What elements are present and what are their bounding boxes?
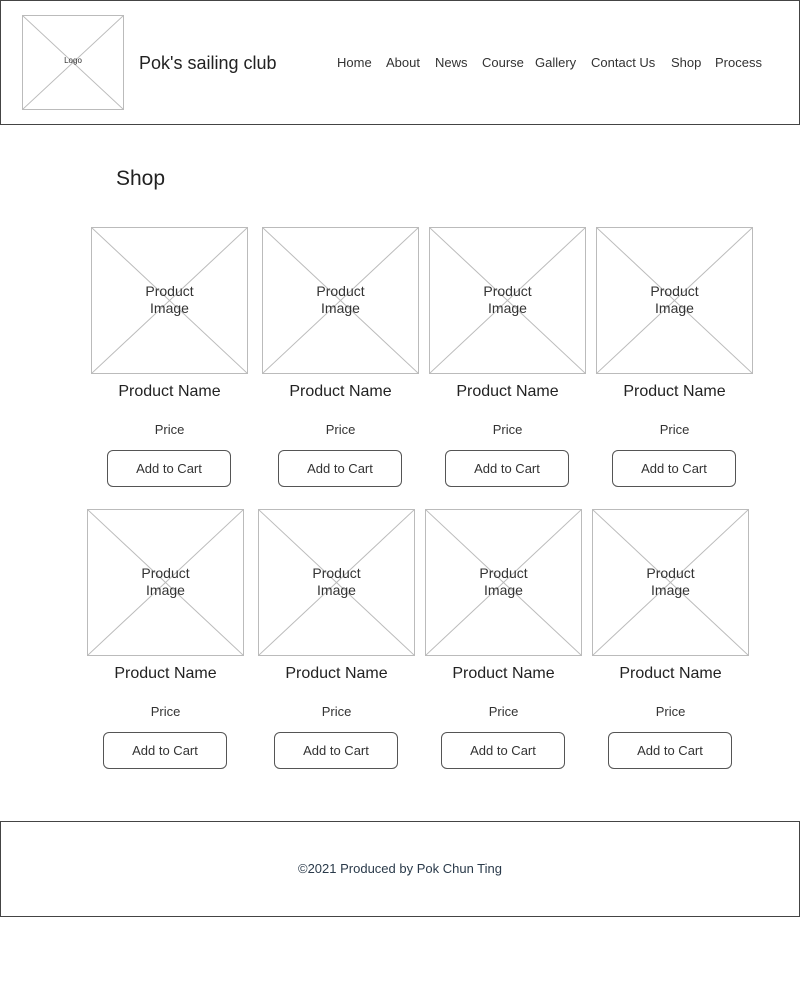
- product-price: Price: [659, 422, 690, 437]
- product-name: Product Name: [456, 383, 559, 400]
- site-header: Logo Pok's sailing club Home About News …: [0, 0, 800, 125]
- product-image-label: Product Image: [145, 283, 194, 316]
- product-name: Product Name: [289, 383, 392, 400]
- product-price: Price: [488, 704, 519, 719]
- add-to-cart-button[interactable]: Add to Cart: [608, 732, 732, 769]
- add-to-cart-button[interactable]: Add to Cart: [103, 732, 227, 769]
- product-price: Price: [321, 704, 352, 719]
- product-image-label: Product Image: [479, 565, 528, 598]
- add-to-cart-button[interactable]: Add to Cart: [612, 450, 736, 487]
- product-image[interactable]: Product Image: [429, 227, 586, 374]
- nav-course[interactable]: Course: [482, 55, 524, 70]
- add-to-cart-button[interactable]: Add to Cart: [278, 450, 402, 487]
- product-name: Product Name: [118, 383, 221, 400]
- nav-gallery[interactable]: Gallery: [535, 55, 576, 70]
- product-image-label: Product Image: [312, 565, 361, 598]
- product-price: Price: [655, 704, 686, 719]
- nav-process[interactable]: Process: [715, 55, 762, 70]
- product-name: Product Name: [619, 665, 722, 682]
- product-name: Product Name: [114, 665, 217, 682]
- product-name: Product Name: [285, 665, 388, 682]
- add-to-cart-button[interactable]: Add to Cart: [274, 732, 398, 769]
- product-price: Price: [492, 422, 523, 437]
- product-image[interactable]: Product Image: [262, 227, 419, 374]
- product-image[interactable]: Product Image: [87, 509, 244, 656]
- page-title: Shop: [116, 167, 166, 190]
- product-image-label: Product Image: [483, 283, 532, 316]
- add-to-cart-button[interactable]: Add to Cart: [107, 450, 231, 487]
- logo[interactable]: Logo: [22, 15, 124, 110]
- product-name: Product Name: [623, 383, 726, 400]
- product-image-label: Product Image: [316, 283, 365, 316]
- product-image[interactable]: Product Image: [258, 509, 415, 656]
- product-image-label: Product Image: [141, 565, 190, 598]
- nav-contact-us[interactable]: Contact Us: [591, 55, 655, 70]
- product-image[interactable]: Product Image: [592, 509, 749, 656]
- product-image[interactable]: Product Image: [425, 509, 582, 656]
- product-image[interactable]: Product Image: [596, 227, 753, 374]
- nav-about[interactable]: About: [386, 55, 420, 70]
- product-name: Product Name: [452, 665, 555, 682]
- copyright-text: ©2021 Produced by Pok Chun Ting: [298, 861, 502, 876]
- nav-home[interactable]: Home: [337, 55, 372, 70]
- product-image-label: Product Image: [646, 565, 695, 598]
- product-price: Price: [325, 422, 356, 437]
- product-price: Price: [154, 422, 185, 437]
- site-footer: ©2021 Produced by Pok Chun Ting: [0, 821, 800, 917]
- nav-news[interactable]: News: [435, 55, 468, 70]
- nav-shop[interactable]: Shop: [671, 55, 701, 70]
- logo-label: Logo: [64, 56, 82, 65]
- product-image[interactable]: Product Image: [91, 227, 248, 374]
- add-to-cart-button[interactable]: Add to Cart: [441, 732, 565, 769]
- site-title: Pok's sailing club: [139, 53, 277, 73]
- product-price: Price: [150, 704, 181, 719]
- product-image-label: Product Image: [650, 283, 699, 316]
- add-to-cart-button[interactable]: Add to Cart: [445, 450, 569, 487]
